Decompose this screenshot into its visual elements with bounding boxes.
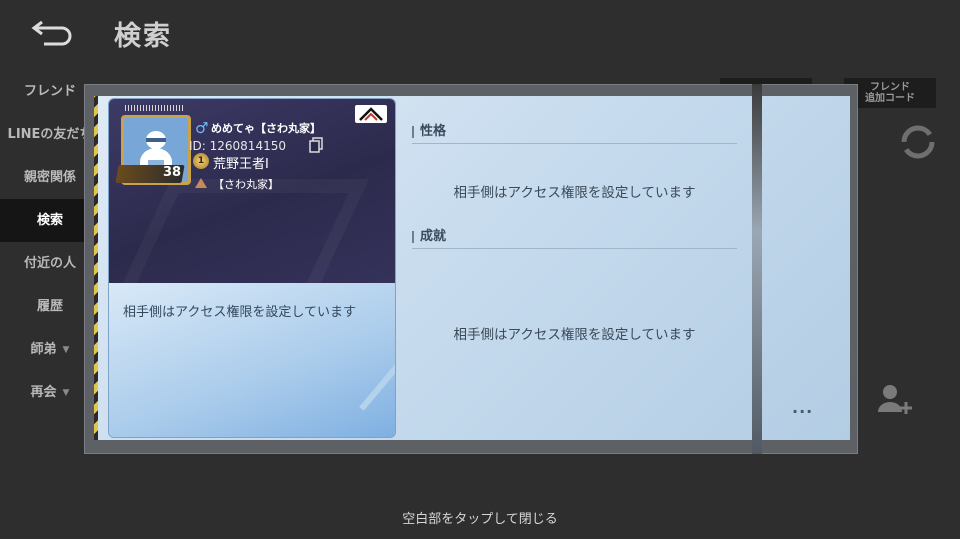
clan-emblem-icon [195, 178, 207, 188]
chevron-down-icon: ▼ [62, 344, 70, 355]
back-button[interactable] [30, 14, 76, 50]
refresh-icon [901, 125, 935, 159]
nav-item-label: フレンド [23, 83, 76, 99]
back-arrow-icon [31, 20, 72, 46]
rank-text: 荒野王者Ⅰ [213, 157, 269, 172]
barcode-decoration [125, 105, 183, 111]
copy-id-icon [309, 137, 323, 153]
friend-code-label: フレンド 追加コード [865, 82, 915, 104]
nav-item-label: 付近の人 [23, 255, 76, 271]
nav-item-label: LINEの友だち [7, 126, 93, 142]
section-header-personality: 性格 [412, 122, 737, 144]
section-message-achievements: 相手側はアクセス権限を設定しています [453, 327, 696, 343]
player-name: めめてゃ【さわ丸家】 [211, 122, 321, 135]
level-number: 38 [163, 165, 182, 180]
clan-icon [193, 175, 209, 189]
rank-icon: 1 [193, 153, 209, 169]
add-user-icon [878, 385, 912, 414]
clan-name: 【さわ丸家】 [213, 178, 279, 191]
nav-item-label: 親密関係 [23, 169, 76, 185]
more-options-button[interactable]: ... [792, 398, 813, 417]
decorative-side-text [755, 120, 761, 420]
game-logo [355, 105, 387, 123]
player-id: ID: 1260814150 [189, 139, 286, 153]
refresh-button[interactable] [896, 120, 940, 164]
close-hint[interactable]: 空白部をタップして閉じる [0, 508, 960, 527]
profile-card: 38 ♂ めめてゃ【さわ丸家】 ID: 1260814150 1 荒野王者Ⅰ 【… [108, 98, 396, 438]
male-icon: ♂ [195, 119, 209, 137]
nav-item-label: 師弟 [30, 341, 57, 357]
page-title: 検索 [114, 21, 172, 52]
chevron-down-icon: ▼ [62, 387, 70, 398]
copy-icon[interactable] [309, 137, 323, 153]
section-message-personality: 相手側はアクセス権限を設定しています [453, 185, 696, 201]
logo-icon [359, 107, 383, 121]
nav-item-label: 検索 [36, 212, 63, 228]
nav-item-label: 再会 [30, 384, 57, 400]
card-access-message: 相手側はアクセス権限を設定しています [123, 305, 356, 320]
add-friend-button[interactable] [872, 380, 916, 420]
nav-item-label: 履歴 [36, 298, 63, 314]
section-header-achievements: 成就 [412, 227, 737, 249]
